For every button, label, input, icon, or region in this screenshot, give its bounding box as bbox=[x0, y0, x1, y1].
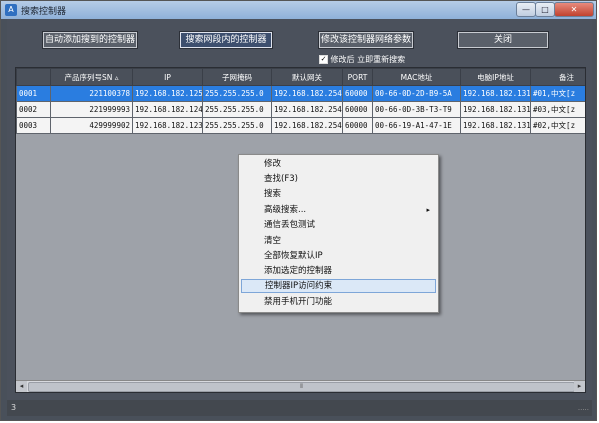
menu-item-ip-access-restriction[interactable]: 控制器IP访问约束 bbox=[241, 279, 436, 293]
sort-indicator-icon: ▵ bbox=[114, 72, 119, 82]
menu-item-packet-loss-test[interactable]: 通信丢包测试 bbox=[241, 218, 436, 232]
column-header-note[interactable]: 备注 bbox=[530, 68, 585, 86]
column-header-sn-label: 产品序列号SN bbox=[64, 72, 113, 82]
context-menu: 修改 查找(F3) 搜索 高级搜索... ▸ 通信丢包测试 清空 全部恢复默认I… bbox=[238, 154, 439, 313]
menu-item-restore-default-ip[interactable]: 全部恢复默认IP bbox=[241, 249, 436, 263]
table-row[interactable]: 0003 429999902 192.168.182.123 255.255.2… bbox=[16, 117, 585, 134]
scroll-left-arrow-icon[interactable]: ◂ bbox=[16, 381, 27, 392]
table-header: 产品序列号SN ▵ IP 子网掩码 默认网关 PORT MAC地址 电脑IP地址… bbox=[16, 68, 585, 86]
menu-item-clear[interactable]: 清空 bbox=[241, 234, 436, 248]
row-mac: 00-66-0D-2D-B9-5A bbox=[372, 85, 461, 102]
menu-item-add-selected[interactable]: 添加选定的控制器 bbox=[241, 264, 436, 278]
row-mac: 00-66-19-A1-47-1E bbox=[372, 117, 461, 134]
title-bar[interactable]: A 搜索控制器 — □ ✕ bbox=[1, 1, 596, 19]
menu-item-disable-mobile-open[interactable]: 禁用手机开门功能 bbox=[241, 295, 436, 309]
row-index: 0003 bbox=[16, 117, 51, 134]
row-sn: 221100378 bbox=[50, 85, 133, 102]
row-port: 60000 bbox=[342, 85, 373, 102]
column-header-subnet[interactable]: 子网掩码 bbox=[202, 68, 272, 86]
row-note: #02,中文[z bbox=[530, 117, 585, 134]
research-option[interactable]: ✓ 修改后 立即重新搜索 bbox=[319, 54, 405, 65]
modify-network-button[interactable]: 修改该控制器网络参数 bbox=[318, 31, 414, 49]
window-title: 搜索控制器 bbox=[21, 7, 67, 17]
horizontal-scrollbar[interactable]: ◂ ⦀ ▸ bbox=[16, 380, 585, 392]
app-icon: A bbox=[5, 4, 17, 16]
menu-item-advanced-search[interactable]: 高级搜索... ▸ bbox=[241, 203, 436, 217]
column-header-gateway[interactable]: 默认网关 bbox=[271, 68, 343, 86]
scroll-right-arrow-icon[interactable]: ▸ bbox=[574, 381, 585, 392]
row-index: 0002 bbox=[16, 101, 51, 118]
status-bar: 3 ..... bbox=[7, 400, 592, 416]
row-gateway: 192.168.182.254 bbox=[271, 85, 343, 102]
auto-add-button[interactable]: 自动添加搜到的控制器 bbox=[42, 31, 138, 49]
row-gateway: 192.168.182.254 bbox=[271, 101, 343, 118]
resize-grip-icon[interactable]: ..... bbox=[578, 404, 589, 412]
minimize-button[interactable]: — bbox=[516, 2, 536, 17]
row-note: #03,中文[z bbox=[530, 101, 585, 118]
scrollbar-thumb[interactable]: ⦀ bbox=[28, 382, 575, 392]
column-header-port[interactable]: PORT bbox=[342, 68, 373, 86]
row-ip: 192.168.182.123 bbox=[132, 117, 203, 134]
column-header-mac[interactable]: MAC地址 bbox=[372, 68, 461, 86]
search-lan-button[interactable]: 搜索网段内的控制器 bbox=[179, 31, 273, 49]
row-index: 0001 bbox=[16, 85, 51, 102]
menu-item-modify[interactable]: 修改 bbox=[241, 157, 436, 171]
row-pc-ip: 192.168.182.131 bbox=[460, 85, 531, 102]
row-mac: 00-66-0D-3B-T3-T9 bbox=[372, 101, 461, 118]
row-pc-ip: 192.168.182.131 bbox=[460, 117, 531, 134]
table-row[interactable]: 0002 221999993 192.168.182.124 255.255.2… bbox=[16, 101, 585, 118]
column-header-ip[interactable]: IP bbox=[132, 68, 203, 86]
row-sn: 221999993 bbox=[50, 101, 133, 118]
column-header-sn[interactable]: 产品序列号SN ▵ bbox=[50, 68, 133, 86]
column-header-index[interactable] bbox=[16, 68, 51, 86]
status-count: 3 bbox=[11, 403, 17, 412]
row-ip: 192.168.182.125 bbox=[132, 85, 203, 102]
column-header-pc-ip[interactable]: 电脑IP地址 bbox=[460, 68, 531, 86]
close-window-button[interactable]: ✕ bbox=[554, 2, 594, 17]
row-port: 60000 bbox=[342, 101, 373, 118]
row-subnet: 255.255.255.0 bbox=[202, 117, 272, 134]
row-subnet: 255.255.255.0 bbox=[202, 85, 272, 102]
close-button[interactable]: 关闭 bbox=[457, 31, 549, 49]
research-checkbox-label: 修改后 立即重新搜索 bbox=[330, 55, 406, 64]
row-gateway: 192.168.182.254 bbox=[271, 117, 343, 134]
row-pc-ip: 192.168.182.131 bbox=[460, 101, 531, 118]
menu-item-find[interactable]: 查找(F3) bbox=[241, 172, 436, 186]
research-checkbox[interactable]: ✓ bbox=[319, 55, 328, 64]
row-note: #01,中文[z bbox=[530, 85, 585, 102]
menu-item-advanced-search-label: 高级搜索... bbox=[264, 205, 307, 215]
table-row[interactable]: 0001 221100378 192.168.182.125 255.255.2… bbox=[16, 85, 585, 102]
row-port: 60000 bbox=[342, 117, 373, 134]
maximize-button[interactable]: □ bbox=[535, 2, 555, 17]
row-sn: 429999902 bbox=[50, 117, 133, 134]
row-ip: 192.168.182.124 bbox=[132, 101, 203, 118]
row-subnet: 255.255.255.0 bbox=[202, 101, 272, 118]
menu-item-search[interactable]: 搜索 bbox=[241, 187, 436, 201]
submenu-arrow-icon: ▸ bbox=[426, 206, 430, 214]
